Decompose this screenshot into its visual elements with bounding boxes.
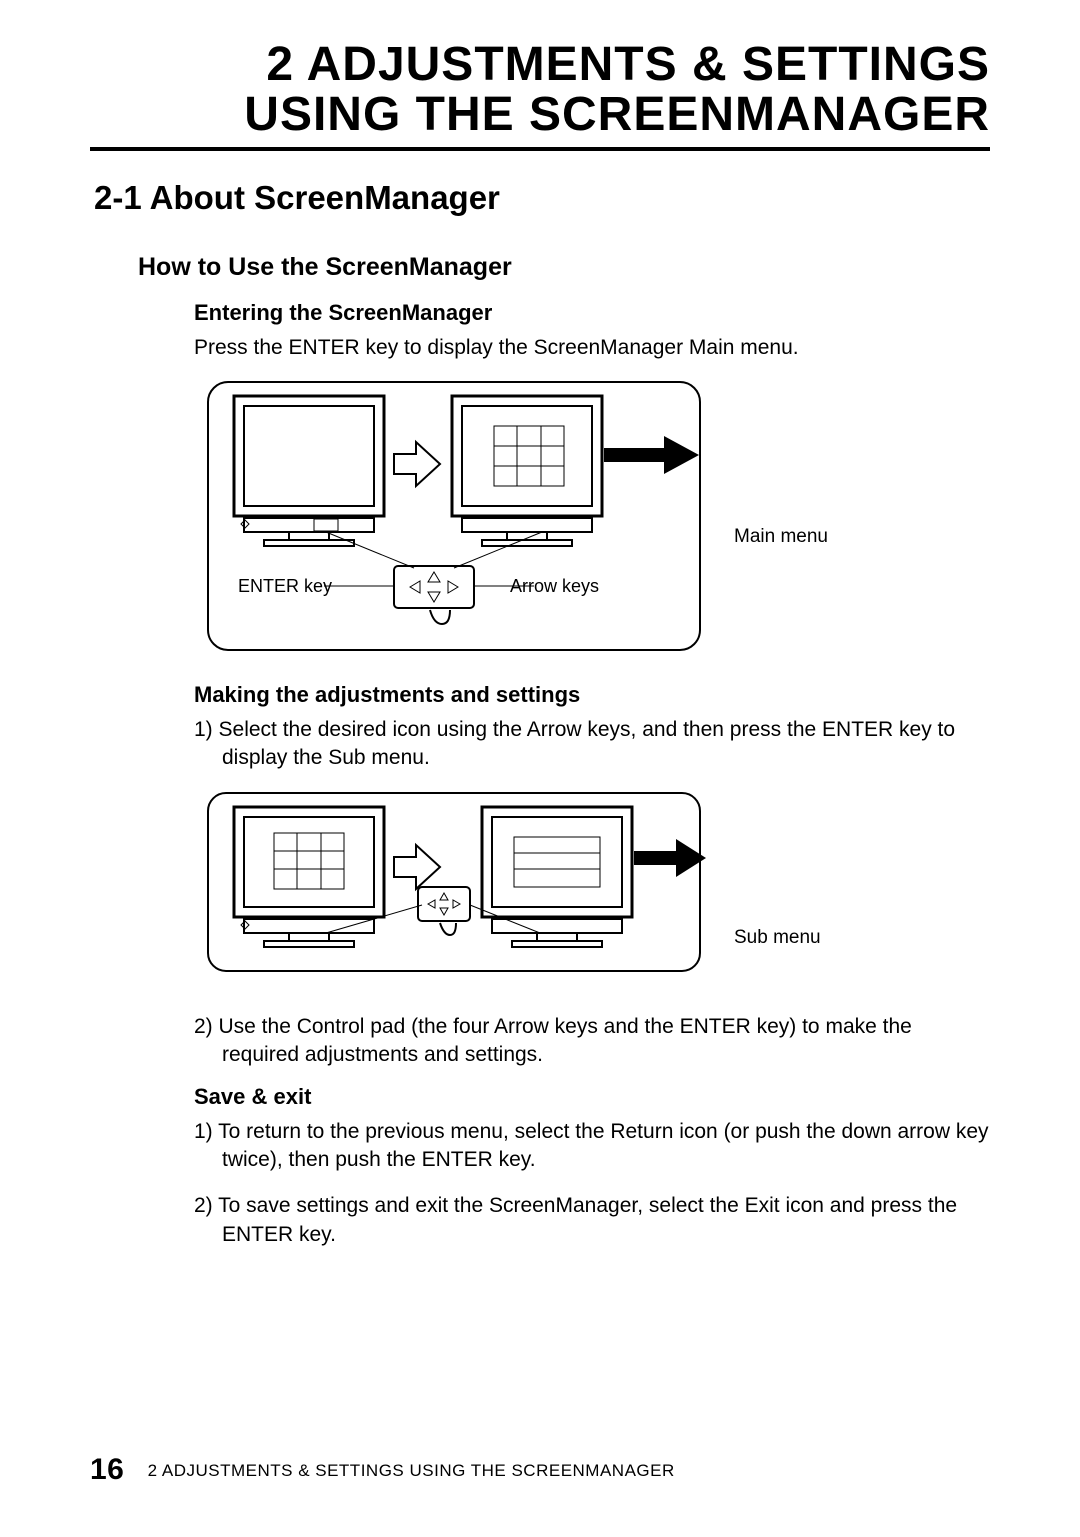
entering-title: Entering the ScreenManager <box>194 300 990 326</box>
control-pad-small-icon <box>326 887 540 935</box>
save-step1: 1) To return to the previous menu, selec… <box>194 1118 990 1175</box>
diagram-sub-menu <box>194 787 714 977</box>
making-step1: 1) Select the desired icon using the Arr… <box>194 716 990 773</box>
label-sub-menu: Sub menu <box>734 927 821 949</box>
page-footer: 16 2 ADJUSTMENTS & SETTINGS USING THE SC… <box>90 1453 675 1487</box>
monitor-left-icon <box>234 396 384 546</box>
chapter-number: 2 <box>266 38 294 91</box>
section-name: About ScreenManager <box>150 179 500 216</box>
save-title: Save & exit <box>194 1084 990 1110</box>
arrow-right-solid-icon <box>604 436 699 474</box>
page-number: 16 <box>90 1453 124 1486</box>
figure-sub-menu: Sub menu <box>194 787 994 987</box>
monitor-right2-icon <box>482 807 632 947</box>
making-title: Making the adjustments and settings <box>194 682 990 708</box>
entering-text: Press the ENTER key to display the Scree… <box>194 334 990 362</box>
save-step2: 2) To save settings and exit the ScreenM… <box>194 1192 990 1249</box>
figure-main-menu: ENTER key Arrow keys Main menu <box>194 376 994 656</box>
monitor-left2-icon <box>234 807 384 947</box>
arrow-right-outline-icon <box>394 442 440 486</box>
chapter-title: 2 ADJUSTMENTS & SETTINGS USING THE SCREE… <box>90 40 990 151</box>
monitor-right-icon <box>452 396 602 546</box>
label-enter-key: ENTER key <box>238 576 332 596</box>
section-number: 2-1 <box>94 179 142 216</box>
chapter-title-line2: USING THE SCREENMANAGER <box>244 88 990 141</box>
label-arrow-keys: Arrow keys <box>510 576 599 596</box>
footer-text: 2 ADJUSTMENTS & SETTINGS USING THE SCREE… <box>148 1461 675 1480</box>
diagram-main-menu: ENTER key Arrow keys <box>194 376 714 656</box>
label-main-menu: Main menu <box>734 526 828 548</box>
page: 2 ADJUSTMENTS & SETTINGS USING THE SCREE… <box>0 0 1080 1537</box>
making-step2: 2) Use the Control pad (the four Arrow k… <box>194 1013 990 1070</box>
section-title: 2-1 About ScreenManager <box>94 179 990 217</box>
arrow-right-solid2-icon <box>634 839 706 877</box>
arrow-right-outline2-icon <box>394 845 440 889</box>
howto-title: How to Use the ScreenManager <box>138 253 990 282</box>
chapter-title-line1: ADJUSTMENTS & SETTINGS <box>307 38 990 91</box>
